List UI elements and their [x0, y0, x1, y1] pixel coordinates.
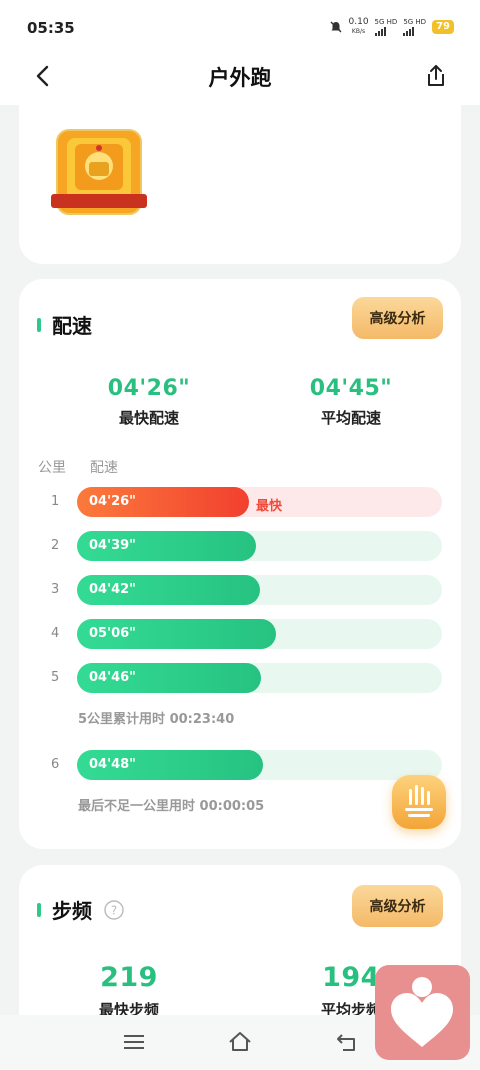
split-row: 2 04'39"	[19, 530, 461, 562]
split-km: 1	[51, 494, 60, 509]
status-bar: 05:35 0.10 KB/s 5G HD 5G HD 79	[0, 0, 480, 50]
sim1-signal: 5G HD	[374, 18, 398, 36]
pace-section-title: 配速	[52, 314, 92, 338]
floating-heart-widget[interactable]	[375, 965, 470, 1060]
sim1-label: 5G HD	[374, 18, 398, 26]
split-km: 6	[51, 757, 60, 772]
split-track: 04'48"	[77, 750, 442, 780]
average-pace-stat: 04'45" 平均配速	[271, 376, 431, 428]
split-row: 1 04'26" 最快	[19, 486, 461, 518]
net-speed-unit: KB/s	[351, 28, 366, 35]
split-bar: 04'26"	[77, 487, 249, 517]
floating-chart-button[interactable]	[392, 775, 446, 829]
cumulative-time-note: 5公里累计用时 00:23:40	[78, 712, 235, 727]
split-track: 04'46"	[77, 663, 442, 693]
fastest-pace-label: 最快配速	[118, 409, 179, 427]
top-nav-bar: 户外跑	[0, 50, 480, 105]
average-pace-value: 04'45"	[309, 376, 393, 401]
split-km: 5	[51, 670, 60, 685]
signal-bars-icon	[403, 27, 426, 36]
km-column-header: 公里	[38, 460, 66, 476]
menu-icon[interactable]	[121, 1029, 147, 1055]
share-icon[interactable]	[422, 62, 450, 90]
pace-advanced-analysis-button[interactable]: 高级分析	[352, 297, 443, 339]
cadence-advanced-analysis-button[interactable]: 高级分析	[352, 885, 443, 927]
remainder-time-note: 最后不足一公里用时 00:00:05	[78, 799, 265, 814]
help-question-icon[interactable]: ?	[104, 899, 124, 920]
fastest-cadence-value: 219	[100, 962, 158, 993]
battery-indicator: 79	[432, 20, 454, 34]
medal-card	[19, 100, 461, 264]
medal-badge-icon[interactable]	[49, 126, 149, 221]
svg-text:?: ?	[111, 903, 117, 917]
fastest-cadence-stat: 219 最快步频	[49, 962, 209, 1020]
section-accent-bar	[37, 902, 41, 917]
split-bar: 04'48"	[77, 750, 263, 780]
split-km: 4	[51, 626, 60, 641]
split-track: 05'06"	[77, 619, 442, 649]
sim2-signal: 5G HD	[403, 18, 426, 36]
split-track: 04'26" 最快	[77, 487, 442, 517]
page-title: 户外跑	[208, 66, 272, 90]
pace-section-header: 配速	[37, 310, 92, 339]
fastest-tag: 最快	[256, 499, 283, 514]
split-bar: 04'46"	[77, 663, 261, 693]
split-bar: 04'39"	[77, 531, 256, 561]
split-km: 2	[51, 538, 60, 553]
average-pace-label: 平均配速	[320, 409, 381, 427]
pace-card: 配速 高级分析 04'26" 最快配速 04'45" 平均配速 公里 配速 1 …	[19, 279, 461, 849]
section-accent-bar	[37, 317, 41, 332]
cadence-section-header: 步频 ?	[37, 895, 124, 924]
split-bar: 05'06"	[77, 619, 276, 649]
status-icons: 0.10 KB/s 5G HD 5G HD 79	[329, 18, 454, 36]
signal-bars-icon	[374, 27, 398, 36]
cadence-section-title: 步频	[52, 899, 92, 923]
status-time: 05:35	[27, 19, 75, 37]
split-row: 4 05'06"	[19, 618, 461, 650]
split-km: 3	[51, 582, 60, 597]
split-bar: 04'42"	[77, 575, 260, 605]
net-speed-value: 0.10	[348, 17, 369, 27]
split-track: 04'42"	[77, 575, 442, 605]
split-track: 04'39"	[77, 531, 442, 561]
sim2-label: 5G HD	[403, 18, 427, 26]
heart-icon	[391, 977, 453, 1047]
home-icon[interactable]	[227, 1029, 253, 1055]
pace-column-header: 配速	[90, 460, 118, 476]
return-icon[interactable]	[334, 1029, 360, 1055]
bars-icon	[405, 785, 433, 817]
mute-bell-icon	[330, 21, 341, 33]
split-row: 5 04'46"	[19, 662, 461, 694]
fastest-pace-stat: 04'26" 最快配速	[69, 376, 229, 428]
fastest-pace-value: 04'26"	[107, 376, 191, 401]
split-row: 3 04'42"	[19, 574, 461, 606]
net-speed: 0.10 KB/s	[349, 18, 369, 36]
